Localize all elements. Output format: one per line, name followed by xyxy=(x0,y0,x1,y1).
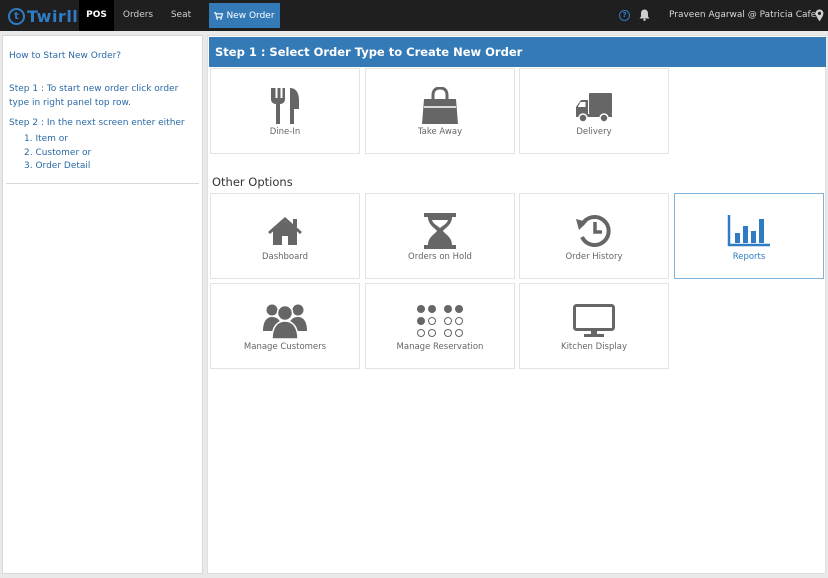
manage-reservation-tile[interactable]: Manage Reservation xyxy=(365,283,515,369)
step-header: Step 1 : Select Order Type to Create New… xyxy=(209,37,826,67)
delivery-tile[interactable]: Delivery xyxy=(519,68,669,154)
kitchen-display-label: Kitchen Display xyxy=(561,342,627,352)
nav-pos[interactable]: POS xyxy=(79,0,114,31)
new-order-label: New Order xyxy=(226,10,275,21)
take-away-label: Take Away xyxy=(417,127,463,137)
help-title: How to Start New Order? xyxy=(9,51,122,61)
reports-label: Reports xyxy=(732,252,766,262)
logo-text: Twirll xyxy=(27,6,79,26)
logo[interactable]: t Twirll xyxy=(8,5,78,27)
location-pin-icon[interactable] xyxy=(815,9,824,22)
manage-customers-tile[interactable]: Manage Customers xyxy=(210,283,360,369)
top-navbar: t Twirll POS Orders Seat New Order ? Pra… xyxy=(0,0,828,31)
orders-on-hold-tile[interactable]: Orders on Hold xyxy=(365,193,515,279)
help-option: 1. Item or xyxy=(24,134,69,144)
order-history-label: Order History xyxy=(565,252,623,262)
users-icon xyxy=(263,304,307,340)
help-panel: How to Start New Order? Step 1 : To star… xyxy=(2,35,203,574)
take-away-tile[interactable]: Take Away xyxy=(365,68,515,154)
logo-mark-icon: t xyxy=(8,7,25,25)
other-options-title: Other Options xyxy=(212,175,293,189)
nav-seat[interactable]: Seat xyxy=(165,0,197,31)
manage-customers-label: Manage Customers xyxy=(243,342,327,352)
shopping-bag-icon xyxy=(422,87,458,124)
reservation-icon xyxy=(417,305,463,337)
help-step-1: Step 1 : To start new order click order … xyxy=(9,84,179,108)
truck-icon xyxy=(576,93,612,123)
main-panel: Step 1 : Select Order Type to Create New… xyxy=(207,35,826,574)
fork-knife-icon xyxy=(271,88,299,124)
history-icon xyxy=(576,215,611,247)
help-options-list: 1. Item or 2. Customer or 3. Order Detai… xyxy=(9,133,196,174)
dine-in-tile[interactable]: Dine-In xyxy=(210,68,360,154)
dashboard-tile[interactable]: Dashboard xyxy=(210,193,360,279)
kitchen-display-tile[interactable]: Kitchen Display xyxy=(519,283,669,369)
delivery-label: Delivery xyxy=(576,127,612,137)
monitor-icon xyxy=(573,304,615,337)
help-option: 3. Order Detail xyxy=(24,161,91,171)
bell-icon[interactable] xyxy=(639,9,650,21)
dashboard-label: Dashboard xyxy=(261,252,309,262)
bar-chart-icon xyxy=(727,215,770,247)
hourglass-icon xyxy=(424,213,456,249)
reports-tile[interactable]: Reports xyxy=(674,193,824,279)
home-icon xyxy=(268,217,302,245)
dine-in-label: Dine-In xyxy=(269,127,301,137)
divider xyxy=(6,183,199,184)
cart-icon xyxy=(214,11,224,20)
nav-orders[interactable]: Orders xyxy=(118,0,158,31)
order-history-tile[interactable]: Order History xyxy=(519,193,669,279)
manage-reservation-label: Manage Reservation xyxy=(396,342,484,352)
user-location-label[interactable]: Praveen Agarwal @ Patricia Cafe xyxy=(669,0,816,31)
help-option: 2. Customer or xyxy=(24,147,92,158)
new-order-button[interactable]: New Order xyxy=(209,3,280,28)
help-icon[interactable]: ? xyxy=(619,10,630,21)
help-step-2: Step 2 : In the next screen enter either xyxy=(9,118,185,128)
orders-on-hold-label: Orders on Hold xyxy=(408,252,472,262)
